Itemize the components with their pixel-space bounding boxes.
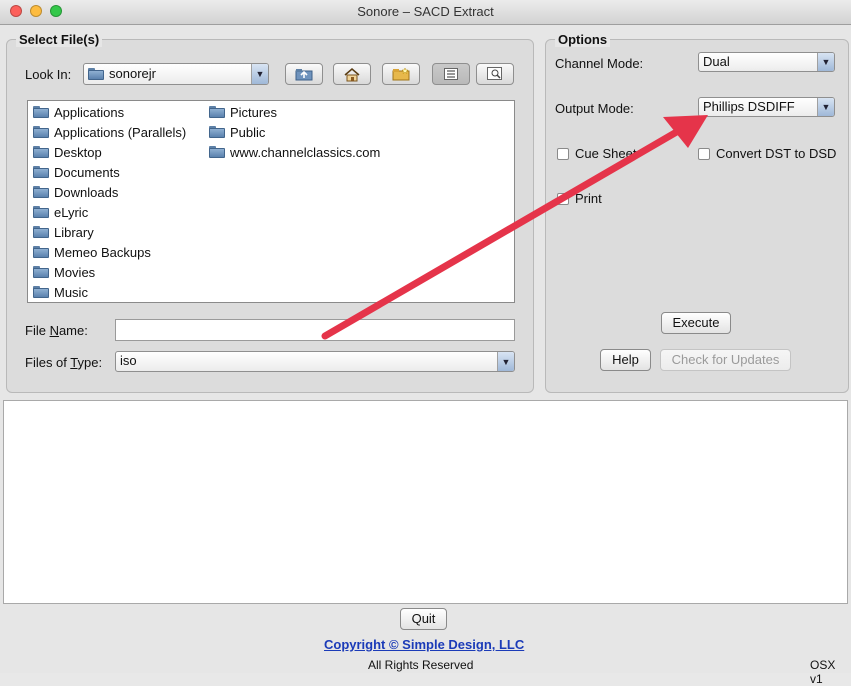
- execute-button[interactable]: Execute: [661, 312, 731, 334]
- file-item-label: Documents: [54, 164, 120, 180]
- file-name-input[interactable]: [115, 319, 515, 341]
- file-list-item[interactable]: Memeo Backups: [33, 242, 151, 262]
- folder-icon: [33, 246, 49, 258]
- details-view-icon: [487, 67, 502, 80]
- file-item-label: Pictures: [230, 104, 277, 120]
- check-for-updates-button[interactable]: Check for Updates: [660, 349, 791, 371]
- chevron-down-icon: ▼: [497, 352, 514, 371]
- window-title: Sonore – SACD Extract: [357, 4, 494, 19]
- print-label: Print: [575, 191, 602, 206]
- help-button[interactable]: Help: [600, 349, 651, 371]
- folder-icon: [33, 166, 49, 178]
- file-list-item[interactable]: Public: [209, 122, 265, 142]
- files-of-type-dropdown[interactable]: iso ▼: [115, 351, 515, 372]
- folder-icon: [88, 68, 104, 80]
- cue-sheet-checkbox[interactable]: Cue Sheet: [557, 146, 636, 161]
- folder-icon: [33, 286, 49, 298]
- file-item-label: www.channelclassics.com: [230, 144, 381, 160]
- select-files-title: Select File(s): [16, 32, 103, 47]
- options-group: Options: [545, 32, 849, 393]
- quit-button[interactable]: Quit: [400, 608, 447, 630]
- home-button[interactable]: [333, 63, 371, 85]
- list-view-icon: [444, 68, 458, 80]
- file-list-item[interactable]: Movies: [33, 262, 95, 282]
- cue-sheet-label: Cue Sheet: [575, 146, 637, 161]
- file-list-item[interactable]: www.channelclassics.com: [209, 142, 380, 162]
- file-item-label: Applications: [54, 104, 125, 120]
- file-list[interactable]: Applications Applications (Parallels) Desk…: [27, 100, 515, 303]
- file-list-item[interactable]: Applications (Parallels): [33, 122, 186, 142]
- convert-dst-checkbox[interactable]: Convert DST to DSD: [698, 146, 836, 161]
- file-list-item[interactable]: eLyric: [33, 202, 88, 222]
- file-list-item[interactable]: Desktop: [33, 142, 102, 162]
- file-item-label: Movies: [54, 264, 96, 280]
- folder-icon: [33, 146, 49, 158]
- channel-mode-dropdown[interactable]: Dual ▼: [698, 52, 835, 72]
- files-of-type-value: iso: [120, 353, 137, 368]
- chevron-down-icon: ▼: [251, 64, 268, 84]
- title-bar: Sonore – SACD Extract: [0, 0, 851, 25]
- home-icon: [344, 67, 360, 81]
- file-item-label: eLyric: [54, 204, 89, 220]
- file-list-item[interactable]: Library: [33, 222, 94, 242]
- checkbox-box[interactable]: [557, 192, 569, 205]
- folder-icon: [33, 226, 49, 238]
- output-mode-value: Phillips DSDIFF: [703, 99, 795, 114]
- log-output-area[interactable]: [3, 400, 848, 604]
- look-in-value: sonorejr: [109, 66, 156, 81]
- chevron-down-icon: ▼: [817, 98, 834, 116]
- file-item-label: Applications (Parallels): [54, 124, 187, 140]
- file-list-item[interactable]: Downloads: [33, 182, 118, 202]
- version-text: OSX v1: [810, 658, 836, 686]
- file-item-label: Memeo Backups: [54, 244, 151, 260]
- up-one-level-button[interactable]: [285, 63, 323, 85]
- channel-mode-value: Dual: [703, 54, 730, 69]
- checkbox-box[interactable]: [557, 147, 569, 160]
- folder-icon: [33, 106, 49, 118]
- look-in-dropdown[interactable]: sonorejr ▼: [83, 63, 269, 85]
- close-window-button[interactable]: [10, 5, 22, 17]
- minimize-window-button[interactable]: [30, 5, 42, 17]
- zoom-window-button[interactable]: [50, 5, 62, 17]
- file-item-label: Music: [54, 284, 88, 300]
- options-title: Options: [555, 32, 611, 47]
- list-view-button[interactable]: [432, 63, 470, 85]
- new-folder-icon: [392, 67, 410, 81]
- output-mode-label: Output Mode:: [555, 101, 634, 116]
- file-name-label: File Name:: [25, 323, 88, 338]
- look-in-label: Look In:: [25, 67, 72, 82]
- checkbox-box[interactable]: [698, 147, 710, 160]
- convert-dst-label: Convert DST to DSD: [716, 146, 837, 161]
- folder-icon: [209, 126, 225, 138]
- folder-icon: [33, 186, 49, 198]
- rights-text: All Rights Reserved: [368, 658, 474, 672]
- file-item-label: Public: [230, 124, 266, 140]
- copyright-link[interactable]: Copyright © Simple Design, LLC: [324, 637, 524, 652]
- window-content: Select File(s) Look In: sonorejr ▼ Appli…: [0, 25, 851, 686]
- chevron-down-icon: ▼: [817, 53, 834, 71]
- file-item-label: Library: [54, 224, 94, 240]
- file-item-label: Desktop: [54, 144, 102, 160]
- folder-icon: [33, 206, 49, 218]
- channel-mode-label: Channel Mode:: [555, 56, 644, 71]
- folder-icon: [33, 266, 49, 278]
- new-folder-button[interactable]: [382, 63, 420, 85]
- file-list-item[interactable]: Documents: [33, 162, 120, 182]
- print-checkbox[interactable]: Print: [557, 191, 602, 206]
- details-view-button[interactable]: [476, 63, 514, 85]
- file-item-label: Downloads: [54, 184, 119, 200]
- output-mode-dropdown[interactable]: Phillips DSDIFF ▼: [698, 97, 835, 117]
- file-list-item[interactable]: Music: [33, 282, 88, 302]
- folder-icon: [209, 146, 225, 158]
- folder-icon: [209, 106, 225, 118]
- up-folder-icon: [295, 69, 313, 81]
- file-list-item[interactable]: Pictures: [209, 102, 277, 122]
- folder-icon: [33, 126, 49, 138]
- file-list-item[interactable]: Applications: [33, 102, 124, 122]
- files-of-type-label: Files of Type:: [25, 355, 103, 370]
